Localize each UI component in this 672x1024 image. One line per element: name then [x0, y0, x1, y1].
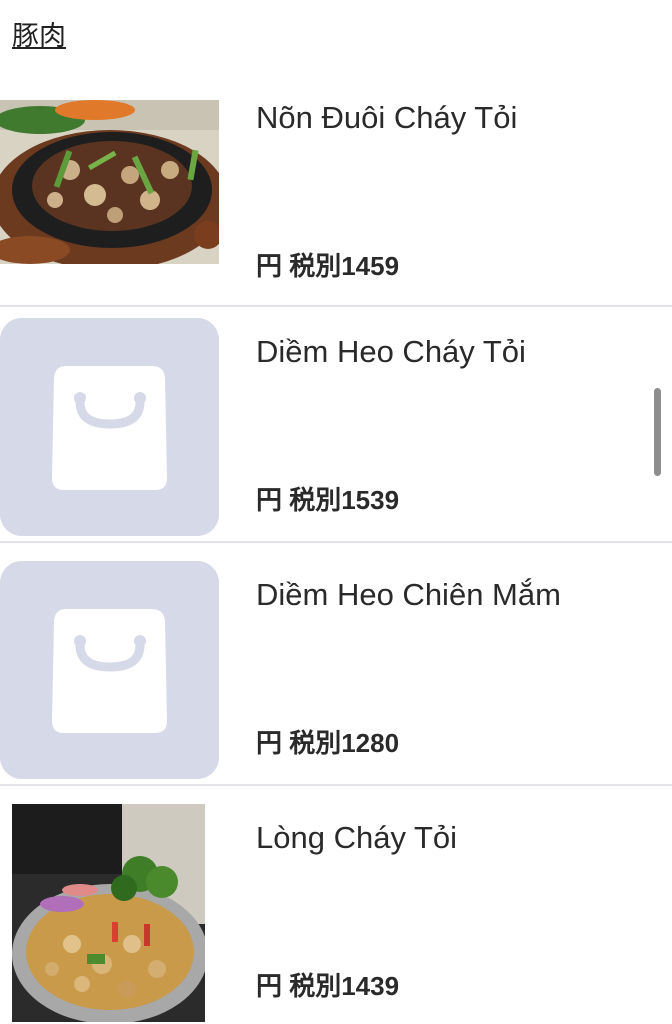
item-price: 円 税別1539 — [256, 485, 400, 515]
item-image-placeholder[interactable] — [0, 561, 219, 779]
scrollbar[interactable] — [654, 388, 661, 476]
item-photo[interactable] — [12, 804, 205, 1022]
item-photo[interactable] — [0, 100, 219, 264]
shopping-bag-icon — [0, 318, 219, 536]
item-name[interactable]: Nõn Đuôi Cháy Tỏi — [256, 100, 517, 136]
item-image-placeholder[interactable] — [0, 318, 219, 536]
category-title[interactable]: 豚肉 — [12, 14, 66, 53]
sizzling-dish-image — [0, 100, 219, 264]
menu-item[interactable]: Diềm Heo Chiên Mắm 円 税別1280 — [0, 543, 672, 786]
shopping-bag-icon — [0, 561, 219, 779]
menu-item[interactable]: Nõn Đuôi Cháy Tỏi 円 税別1459 — [0, 64, 672, 307]
garlic-intestine-dish-image — [12, 804, 205, 1022]
item-name[interactable]: Diềm Heo Cháy Tỏi — [256, 334, 526, 370]
item-name[interactable]: Diềm Heo Chiên Mắm — [256, 577, 561, 613]
item-price: 円 税別1459 — [256, 251, 400, 281]
item-price: 円 税別1280 — [256, 728, 400, 758]
menu-page: 豚肉 Nõn Đuôi Cháy Tỏi 円 税別1459 Diềm Heo C… — [0, 0, 672, 1024]
item-name[interactable]: Lòng Cháy Tỏi — [256, 820, 457, 856]
item-price: 円 税別1439 — [256, 971, 400, 1001]
menu-item[interactable]: Lòng Cháy Tỏi 円 税別1439 — [0, 786, 672, 1024]
menu-item[interactable]: Diềm Heo Cháy Tỏi 円 税別1539 — [0, 300, 672, 543]
